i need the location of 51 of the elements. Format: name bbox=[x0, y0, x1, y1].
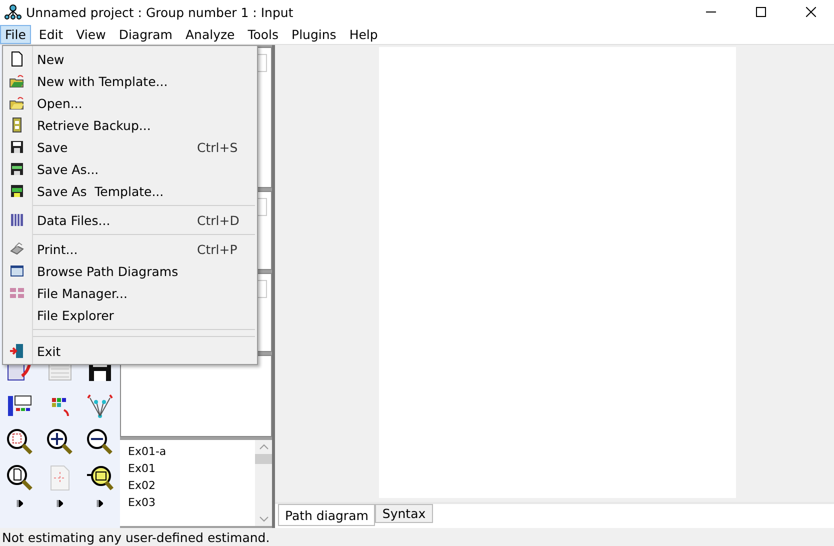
page-zoom-icon bbox=[6, 464, 34, 492]
more-arrow-icon[interactable] bbox=[57, 500, 63, 506]
tab[interactable]: Path diagram bbox=[278, 504, 376, 526]
menu-entry[interactable]: File Explorer bbox=[3, 304, 257, 326]
close-icon bbox=[806, 7, 816, 17]
folders-icon bbox=[9, 285, 25, 301]
menu-item[interactable]: Edit bbox=[34, 24, 68, 44]
menu-item[interactable]: File bbox=[0, 24, 31, 44]
window-title: Unnamed project : Group number 1 : Input bbox=[26, 4, 294, 20]
menu-item[interactable]: Analyze bbox=[180, 24, 240, 44]
tab[interactable]: Syntax bbox=[375, 504, 433, 523]
list-item[interactable]: Ex03 bbox=[128, 494, 247, 511]
scroll-thumb[interactable] bbox=[255, 454, 272, 464]
menu-entry[interactable]: Save As... bbox=[3, 158, 257, 180]
app-logo-icon bbox=[4, 4, 22, 20]
zoom-out-icon bbox=[86, 428, 114, 456]
blank-page-icon bbox=[9, 51, 25, 67]
menu-entry[interactable]: New with Template... bbox=[3, 70, 257, 92]
zoom-in-icon bbox=[46, 428, 74, 456]
menu-item[interactable]: Diagram bbox=[114, 24, 178, 44]
more-arrow-icon[interactable] bbox=[17, 500, 23, 506]
more-arrow-icon[interactable] bbox=[97, 500, 103, 506]
open-folder-icon bbox=[9, 95, 25, 111]
open-folder-icon bbox=[9, 73, 25, 89]
menu-entry[interactable]: Browse Path Diagrams bbox=[3, 260, 257, 282]
network-icon bbox=[86, 392, 114, 420]
menu-entry[interactable]: Open... bbox=[3, 92, 257, 114]
menu-item[interactable]: Tools bbox=[242, 24, 284, 44]
menu-item[interactable]: Help bbox=[344, 24, 383, 44]
menu-entry[interactable]: Exit bbox=[3, 340, 257, 362]
menu-entry[interactable]: File Manager... bbox=[3, 282, 257, 304]
menu-entry[interactable]: Data Files... Ctrl+D bbox=[3, 209, 257, 231]
zoom-icon bbox=[6, 428, 34, 456]
menu-entry[interactable]: Print... Ctrl+P bbox=[3, 238, 257, 260]
menu-item[interactable]: View bbox=[71, 24, 111, 44]
menu-item[interactable]: Plugins bbox=[286, 24, 342, 44]
exit-door-icon bbox=[9, 343, 25, 359]
list-item[interactable]: Ex02 bbox=[128, 477, 247, 494]
minimize-icon bbox=[706, 11, 716, 13]
menu-entry[interactable]: Retrieve Backup... bbox=[3, 114, 257, 136]
list-item[interactable]: Ex01 bbox=[128, 460, 247, 477]
window-icon bbox=[9, 263, 25, 279]
maximize-icon bbox=[756, 7, 766, 17]
menu-entry[interactable]: New bbox=[3, 48, 257, 70]
list-item[interactable]: Ex01-a bbox=[128, 443, 247, 460]
scrollbar[interactable] bbox=[255, 440, 272, 526]
menu-entry[interactable]: Save Ctrl+S bbox=[3, 136, 257, 158]
columns-icon bbox=[9, 212, 25, 228]
magnifier-icon bbox=[86, 464, 114, 492]
status-text: Not estimating any user-defined estimand. bbox=[1, 528, 271, 546]
menu-entry[interactable]: Save As Template... bbox=[3, 180, 257, 202]
